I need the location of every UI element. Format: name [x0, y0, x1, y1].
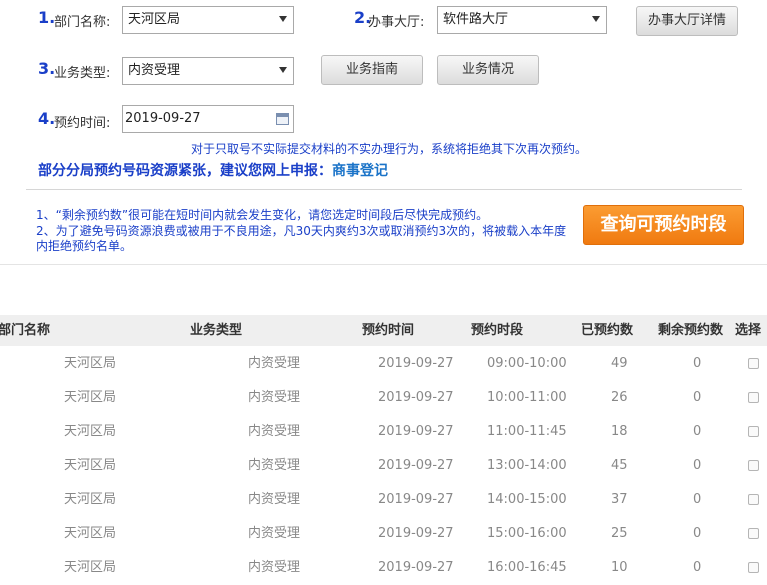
chevron-down-icon: [279, 16, 287, 22]
table-header: 部门名称 业务类型 预约时间 预约时段 已预约数 剩余预约数 选择: [0, 315, 767, 346]
select-checkbox[interactable]: [748, 460, 759, 471]
hint-list: 1、“剩余预约数”很可能在短时间内就会发生变化，请您选定时间段后尽快完成预约。 …: [36, 208, 576, 255]
select-checkbox[interactable]: [748, 494, 759, 505]
cell-dept: 天河区局: [64, 390, 117, 405]
cell-biz-type: 内资受理: [248, 356, 301, 371]
hall-label: 办事大厅:: [368, 15, 425, 30]
cell-dept: 天河区局: [64, 526, 117, 541]
cell-date: 2019-09-27: [378, 390, 454, 405]
step-number-3: 3.: [38, 59, 56, 78]
date-input[interactable]: 2019-09-27: [122, 105, 294, 133]
cell-remaining: 0: [693, 526, 702, 541]
cell-date: 2019-09-27: [378, 424, 454, 439]
cell-dept: 天河区局: [64, 560, 117, 575]
cell-booked: 45: [611, 458, 628, 473]
table-row: 天河区局 内资受理 2019-09-27 15:00-16:00 25 0: [0, 517, 767, 551]
step-number-1: 1.: [38, 8, 56, 27]
cell-slot: 15:00-16:00: [487, 526, 567, 541]
cell-date: 2019-09-27: [378, 492, 454, 507]
table-row: 天河区局 内资受理 2019-09-27 10:00-11:00 26 0: [0, 381, 767, 415]
cell-slot: 09:00-10:00: [487, 356, 567, 371]
hint-item: 1、“剩余预约数”很可能在短时间内就会发生变化，请您选定时间段后尽快完成预约。: [36, 208, 489, 222]
cell-slot: 16:00-16:45: [487, 560, 567, 575]
cell-slot: 11:00-11:45: [487, 424, 567, 439]
select-checkbox[interactable]: [748, 528, 759, 539]
query-available-slots-button[interactable]: 查询可预约时段: [583, 205, 744, 245]
select-checkbox[interactable]: [748, 392, 759, 403]
biz-type-select[interactable]: 内资受理: [122, 57, 294, 85]
cell-biz-type: 内资受理: [248, 458, 301, 473]
col-biz-type: 业务类型: [190, 323, 243, 338]
cell-biz-type: 内资受理: [248, 526, 301, 541]
cell-booked: 10: [611, 560, 628, 575]
cell-dept: 天河区局: [64, 424, 117, 439]
cell-date: 2019-09-27: [378, 458, 454, 473]
cell-date: 2019-09-27: [378, 560, 454, 575]
cell-remaining: 0: [693, 424, 702, 439]
hall-select[interactable]: 软件路大厅: [437, 6, 607, 34]
table-row: 天河区局 内资受理 2019-09-27 13:00-14:00 45 0: [0, 449, 767, 483]
dept-select[interactable]: 天河区局: [122, 6, 294, 34]
cell-remaining: 0: [693, 356, 702, 371]
table-row: 天河区局 内资受理 2019-09-27 14:00-15:00 37 0: [0, 483, 767, 517]
calendar-icon[interactable]: [276, 113, 289, 125]
select-checkbox[interactable]: [748, 562, 759, 573]
col-select: 选择: [735, 323, 762, 338]
section-divider: [0, 264, 767, 265]
cell-booked: 37: [611, 492, 628, 507]
cell-booked: 18: [611, 424, 628, 439]
table-row: 天河区局 内资受理 2019-09-27 09:00-10:00 49 0: [0, 347, 767, 381]
col-booked: 已预约数: [581, 323, 634, 338]
cell-biz-type: 内资受理: [248, 492, 301, 507]
cell-remaining: 0: [693, 458, 702, 473]
cell-biz-type: 内资受理: [248, 424, 301, 439]
cell-slot: 10:00-11:00: [487, 390, 567, 405]
dept-label: 部门名称:: [54, 15, 111, 30]
divider: [26, 189, 742, 190]
no-show-notice: 对于只取号不实际提交材料的不实办理行为，系统将拒绝其下次再次预约。: [191, 142, 588, 156]
cell-booked: 49: [611, 356, 628, 371]
cell-dept: 天河区局: [64, 458, 117, 473]
select-checkbox[interactable]: [748, 426, 759, 437]
col-date: 预约时间: [362, 323, 415, 338]
resource-warning-text: 部分分局预约号码资源紧张，建议您网上申报：: [38, 163, 332, 179]
cell-booked: 26: [611, 390, 628, 405]
chevron-down-icon: [592, 16, 600, 22]
cell-remaining: 0: [693, 492, 702, 507]
dept-select-value: 天河区局: [128, 12, 181, 27]
col-slot: 预约时段: [471, 323, 524, 338]
hall-select-value: 软件路大厅: [443, 12, 509, 27]
cell-booked: 25: [611, 526, 628, 541]
step-number-4: 4.: [38, 109, 56, 128]
select-checkbox[interactable]: [748, 358, 759, 369]
biz-status-button[interactable]: 业务情况: [437, 55, 539, 85]
biz-type-select-value: 内资受理: [128, 63, 181, 78]
resource-warning: 部分分局预约号码资源紧张，建议您网上申报：商事登记: [38, 160, 388, 180]
biz-guide-button[interactable]: 业务指南: [321, 55, 423, 85]
cell-dept: 天河区局: [64, 356, 117, 371]
biz-type-label: 业务类型:: [54, 66, 111, 81]
chevron-down-icon: [279, 67, 287, 73]
table-row: 天河区局 内资受理 2019-09-27 11:00-11:45 18 0: [0, 415, 767, 449]
hint-item: 2、为了避免号码资源浪费或被用于不良用途，凡30天内爽约3次或取消预约3次的，将…: [36, 223, 567, 254]
table-row: 天河区局 内资受理 2019-09-27 16:00-16:45 10 0: [0, 551, 767, 585]
hall-detail-button[interactable]: 办事大厅详情: [636, 6, 738, 36]
col-remaining: 剩余预约数: [658, 323, 724, 338]
time-label: 预约时间:: [54, 116, 111, 131]
col-dept: 部门名称: [0, 323, 51, 338]
cell-slot: 13:00-14:00: [487, 458, 567, 473]
cell-dept: 天河区局: [64, 492, 117, 507]
cell-biz-type: 内资受理: [248, 390, 301, 405]
cell-date: 2019-09-27: [378, 356, 454, 371]
business-registration-link[interactable]: 商事登记: [332, 163, 388, 179]
cell-biz-type: 内资受理: [248, 560, 301, 575]
cell-remaining: 0: [693, 560, 702, 575]
date-input-value: 2019-09-27: [125, 111, 201, 126]
cell-date: 2019-09-27: [378, 526, 454, 541]
cell-remaining: 0: [693, 390, 702, 405]
cell-slot: 14:00-15:00: [487, 492, 567, 507]
